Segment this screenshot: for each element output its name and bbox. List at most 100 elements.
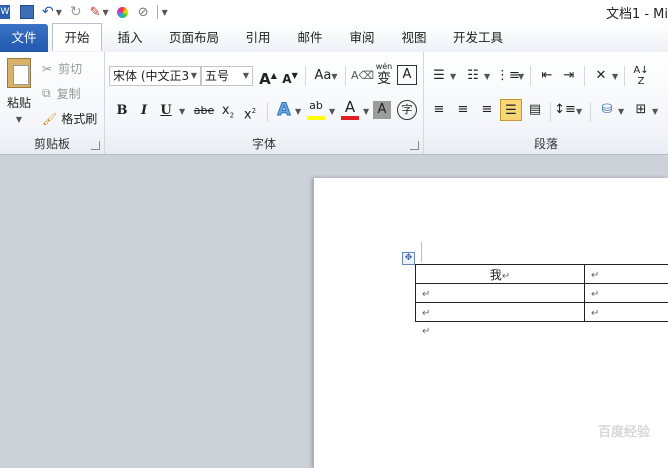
table-cell[interactable]: ↵ <box>415 302 585 322</box>
bullets-dropdown-icon[interactable]: ▼ <box>450 72 456 81</box>
tab-references[interactable]: 引用 <box>238 24 278 52</box>
superscript-button[interactable]: x2 <box>239 100 261 122</box>
table-cell[interactable]: ↵ <box>584 302 668 322</box>
line-spacing-button[interactable]: ↕≡ <box>554 99 576 121</box>
paragraph-separator <box>624 66 625 86</box>
table-cell[interactable]: 我↵ <box>415 264 585 284</box>
paragraph-group-label: 段落 <box>533 137 558 151</box>
table-cell[interactable]: ↵ <box>584 283 668 303</box>
italic-button[interactable]: I <box>133 100 155 122</box>
increase-indent-button[interactable]: ⇥ <box>558 65 580 87</box>
strikethrough-button[interactable]: abe <box>191 100 217 122</box>
highlight-dropdown-icon[interactable]: ▼ <box>329 107 335 116</box>
borders-dropdown-icon[interactable]: ▼ <box>652 107 658 116</box>
redo-icon[interactable]: ↻ <box>70 4 82 20</box>
justify-button[interactable]: ☰ <box>500 99 522 121</box>
sort-button[interactable]: A↓ Z <box>630 65 652 87</box>
tab-developer[interactable]: 开发工具 <box>446 24 510 52</box>
document-page[interactable]: ✥ 我↵ ↵ ↵ ↵ ↵ ↵ ↵ 百度经验 <box>314 178 668 468</box>
font-color-dropdown-icon[interactable]: ▼ <box>363 107 369 116</box>
change-case-button[interactable]: Aa▼ <box>311 65 341 87</box>
font-color-button[interactable]: A <box>339 98 361 120</box>
grow-font-button[interactable]: A▲ <box>257 65 279 88</box>
superscript-icon: x <box>243 107 252 123</box>
format-painter-button[interactable]: 🖌 格式刷 <box>42 110 97 127</box>
multilevel-list-button[interactable]: ⋮≡ <box>496 65 520 87</box>
font-size-dropdown[interactable]: 五号 ▼ <box>201 66 253 86</box>
tab-insert[interactable]: 插入 <box>110 24 150 52</box>
paste-dropdown-icon[interactable]: ▼ <box>16 115 22 124</box>
copy-button[interactable]: ⧉ 复制 <box>42 85 81 102</box>
paste-icon <box>7 58 31 88</box>
pen-icon[interactable]: ✎ <box>90 5 101 20</box>
copy-icon: ⧉ <box>42 86 51 100</box>
shrink-font-icon: A <box>282 72 292 86</box>
pinyin-char: 变 <box>377 71 391 87</box>
enclose-characters-button[interactable]: 字 <box>397 100 417 120</box>
document-table[interactable]: 我↵ ↵ ↵ ↵ ↵ ↵ <box>415 264 668 322</box>
decrease-indent-icon: ⇤ <box>541 68 553 83</box>
text-effects-dropdown-icon[interactable]: ▼ <box>295 107 301 116</box>
numbering-button[interactable]: ☷ <box>462 65 484 87</box>
paragraph-mark: ↵ <box>501 270 511 282</box>
text-cursor <box>421 242 422 262</box>
eraser-icon[interactable]: ⊘ <box>138 5 149 20</box>
chinese-layout-button[interactable]: ✕ <box>590 65 612 87</box>
tab-page-layout[interactable]: 页面布局 <box>162 24 226 52</box>
customize-toolbar-icon[interactable]: ▼ <box>162 8 168 17</box>
clipboard-launcher-icon[interactable] <box>91 141 100 150</box>
subscript-button[interactable]: x2 <box>217 100 239 122</box>
table-cell[interactable]: ↵ <box>584 264 668 284</box>
text-effects-button[interactable]: A <box>273 99 295 121</box>
multilevel-list-dropdown-icon[interactable]: ▼ <box>518 72 524 81</box>
tab-review[interactable]: 审阅 <box>342 24 382 52</box>
undo-icon[interactable]: ↶ <box>42 4 54 20</box>
font-separator <box>345 66 346 86</box>
tab-mailings[interactable]: 邮件 <box>290 24 330 52</box>
align-right-button[interactable]: ≡ <box>476 99 498 121</box>
table-row: ↵ ↵ <box>415 302 668 322</box>
color-wheel-icon[interactable] <box>116 6 128 18</box>
shading-button[interactable]: ⛁ <box>596 99 618 121</box>
tab-file[interactable]: 文件 <box>0 24 48 52</box>
clear-format-button[interactable]: A⌫ <box>351 65 374 87</box>
shrink-font-button[interactable]: A▼ <box>279 65 301 87</box>
save-icon[interactable] <box>20 5 34 19</box>
font-launcher-icon[interactable] <box>410 141 419 150</box>
format-painter-label: 格式刷 <box>61 112 98 126</box>
line-spacing-dropdown-icon[interactable]: ▼ <box>576 107 582 116</box>
text-effects-icon: A <box>277 100 291 121</box>
bold-icon: B <box>116 103 128 118</box>
paragraph-mark: ↵ <box>591 270 600 281</box>
decrease-indent-button[interactable]: ⇤ <box>536 65 558 87</box>
character-shading-button[interactable]: A <box>373 101 391 119</box>
word-icon[interactable]: W <box>0 5 10 19</box>
undo-dropdown-icon[interactable]: ▼ <box>56 8 62 17</box>
bullets-button[interactable]: ☰ <box>428 65 450 87</box>
numbering-dropdown-icon[interactable]: ▼ <box>484 72 490 81</box>
underline-button[interactable]: U <box>155 100 177 122</box>
line-spacing-icon: ↕≡ <box>554 102 576 117</box>
cut-button[interactable]: ✂ 剪切 <box>42 60 82 77</box>
font-group: 宋体 (中文正3 ▼ 五号 ▼ A▲ A▼ Aa▼ A⌫ wén 变 A B I… <box>105 52 424 154</box>
chinese-layout-dropdown-icon[interactable]: ▼ <box>612 72 618 81</box>
distributed-button[interactable]: ▤ <box>524 99 546 121</box>
underline-dropdown-icon[interactable]: ▼ <box>179 107 185 116</box>
character-border-button[interactable]: A <box>397 65 417 85</box>
phonetic-guide-button[interactable]: wén 变 <box>373 61 395 89</box>
font-name-dropdown[interactable]: 宋体 (中文正3 ▼ <box>109 66 201 86</box>
align-left-button[interactable]: ≡ <box>428 99 450 121</box>
paste-button[interactable]: 粘贴 ▼ <box>2 56 36 126</box>
numbering-icon: ☷ <box>467 68 479 83</box>
bold-button[interactable]: B <box>111 100 133 122</box>
tab-home[interactable]: 开始 <box>52 23 102 51</box>
copy-label: 复制 <box>56 87 81 101</box>
pen-dropdown-icon[interactable]: ▼ <box>103 8 109 17</box>
borders-button[interactable]: ⊞ <box>630 99 652 121</box>
align-center-button[interactable]: ≡ <box>452 99 474 121</box>
tab-view[interactable]: 视图 <box>394 24 434 52</box>
highlight-button[interactable]: ab <box>305 98 327 120</box>
shading-dropdown-icon[interactable]: ▼ <box>618 107 624 116</box>
table-cell[interactable]: ↵ <box>415 283 585 303</box>
move-icon[interactable]: ✥ <box>402 252 415 265</box>
